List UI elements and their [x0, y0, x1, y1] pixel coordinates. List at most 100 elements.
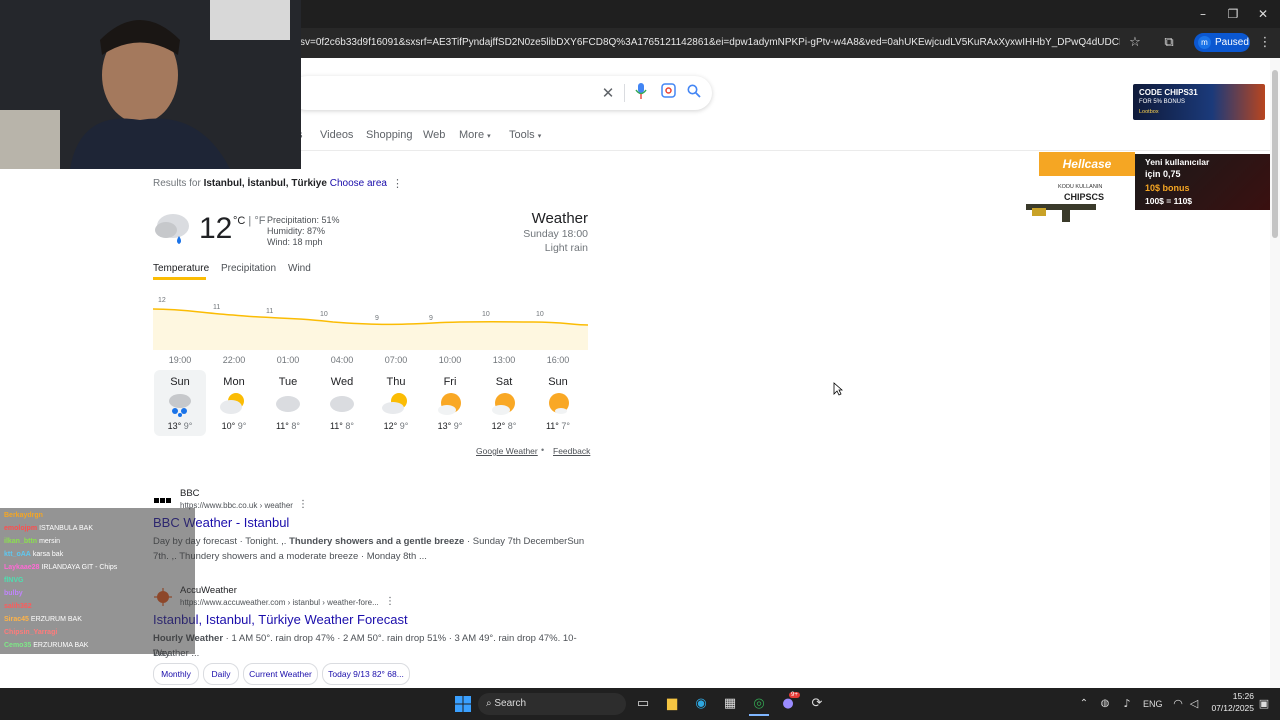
ad-brand-text: Lootbox	[1139, 109, 1159, 115]
file-explorer-icon[interactable]: ▆	[662, 694, 682, 714]
more-options-icon[interactable]: ⋮	[392, 177, 403, 190]
chart-label: 12	[158, 297, 166, 304]
chart-label: 10	[536, 311, 544, 318]
tab-wind[interactable]: Wind	[288, 263, 311, 274]
minimize-button[interactable]: –	[1188, 4, 1218, 24]
close-window-button[interactable]: ✕	[1248, 4, 1278, 24]
google-weather-link[interactable]: Google Weather	[476, 446, 538, 456]
notifications-icon[interactable]: ▣	[1254, 694, 1274, 714]
app-icon[interactable]: ⟳	[807, 694, 827, 714]
tab-more[interactable]: More ▾	[459, 129, 491, 141]
high-temp: 13°	[167, 421, 182, 431]
hellcase-ad-banner[interactable]: Hellcase KODU KULLANIN CHIPSCS Yeni kull…	[1022, 152, 1270, 226]
day-name[interactable]: Thu	[369, 376, 423, 388]
day-name[interactable]: Sun	[531, 376, 585, 388]
windows-start-icon[interactable]	[455, 696, 471, 712]
microphone-icon[interactable]	[631, 83, 651, 103]
day-name[interactable]: Wed	[315, 376, 369, 388]
mouse-cursor-icon	[833, 382, 843, 396]
lootbox-ad-banner[interactable]: CODE CHIPS31 FOR 5% BONUS Lootbox	[1133, 84, 1265, 120]
result-url[interactable]: https://www.bbc.co.uk › weather	[180, 501, 293, 510]
chrome-icon[interactable]: ◎	[749, 694, 769, 714]
choose-area-link[interactable]: Choose area	[330, 178, 387, 189]
high-temp: 12°	[383, 421, 398, 431]
chat-message: Cemo35 ERZURUMA BAK	[2, 640, 192, 652]
tab-web[interactable]: Web	[423, 129, 445, 141]
tab-shopping[interactable]: Shopping	[366, 129, 413, 141]
cloudy-icon	[330, 396, 354, 412]
high-temp: 11°	[275, 421, 289, 431]
paused-label: Paused	[1215, 37, 1249, 48]
chart-label: 11	[213, 304, 221, 311]
day-temps: 12° 8°	[477, 421, 531, 431]
result-options-icon[interactable]: ⋮	[385, 596, 395, 607]
tab-tools[interactable]: Tools ▾	[509, 129, 541, 141]
scrollbar-thumb[interactable]	[1272, 70, 1278, 238]
day-name[interactable]: Mon	[207, 376, 261, 388]
feedback-link[interactable]: Feedback	[553, 446, 590, 456]
tray-discord-icon[interactable]: ◍	[1095, 694, 1115, 714]
profile-paused-button[interactable]: m Paused	[1194, 33, 1250, 52]
show-hidden-icons[interactable]: ⌃	[1074, 694, 1094, 714]
weather-condition: Light rain	[544, 242, 588, 254]
day-name[interactable]: Fri	[423, 376, 477, 388]
unit-fahrenheit[interactable]: °F	[254, 215, 265, 227]
chat-message: ktt_oAA karsa bak	[2, 549, 192, 561]
chip-monthly[interactable]: Monthly	[153, 663, 199, 685]
extensions-icon[interactable]: ⧉	[1160, 34, 1178, 52]
active-app-indicator	[749, 714, 769, 716]
chart-label: 9	[375, 315, 379, 322]
rain-icon	[169, 394, 191, 417]
address-bar[interactable]: sv=0f2c6b33d9f16091&sxsrf=AE3TifPyndajff…	[300, 33, 1120, 53]
search-icon[interactable]	[684, 83, 704, 103]
result-url[interactable]: https://www.accuweather.com › istanbul ›…	[180, 598, 379, 607]
tab-videos[interactable]: Videos	[320, 129, 353, 141]
tab-precipitation[interactable]: Precipitation	[221, 263, 276, 274]
chip-today[interactable]: Today 9/13 82° 68...	[322, 663, 410, 685]
result-snippet-line2: Weather ...	[153, 648, 200, 659]
search-divider	[624, 84, 625, 102]
results-for-prefix: Results for	[153, 178, 204, 189]
tab-tools-label: Tools	[509, 129, 535, 141]
chat-username: flNVG	[4, 577, 24, 584]
result-options-icon[interactable]: ⋮	[298, 499, 308, 510]
day-name[interactable]: Sun	[153, 376, 207, 388]
microphone-icon[interactable]: ♪	[1117, 694, 1137, 714]
chip-current-weather[interactable]: Current Weather	[243, 663, 318, 685]
task-view-icon[interactable]: ▭	[633, 694, 653, 714]
partly-cloudy-icon	[220, 393, 244, 414]
restore-button[interactable]: ❐	[1218, 4, 1248, 24]
chat-message: emolojpm ISTANBULA BAK	[2, 523, 192, 535]
hour-label: 22:00	[222, 355, 246, 365]
avatar: m	[1198, 35, 1211, 49]
notification-badge: 9+	[789, 692, 800, 698]
chip-daily[interactable]: Daily	[203, 663, 239, 685]
snippet-bold: Thundery showers and a gentle breeze	[289, 536, 465, 547]
taskbar-search[interactable]: ⌕ Search	[478, 693, 626, 715]
low-temp: 9°	[183, 421, 193, 431]
bookmark-star-icon[interactable]: ☆	[1126, 34, 1144, 52]
ad-bonus-text: FOR 5% BONUS	[1139, 99, 1186, 105]
clock-time[interactable]: 15:26	[1206, 691, 1254, 701]
clear-search-icon[interactable]: ✕	[598, 83, 618, 103]
clock-date[interactable]: 07/12/2025	[1200, 703, 1254, 713]
tab-temperature[interactable]: Temperature	[153, 263, 209, 274]
unit-celsius[interactable]: °C	[233, 215, 245, 227]
edge-icon[interactable]: ◉	[691, 694, 711, 714]
language-indicator[interactable]: ENG	[1143, 699, 1163, 709]
chat-username: ktt_oAA	[4, 551, 31, 558]
day-temps: 11° 8°	[261, 421, 315, 431]
unit-toggle[interactable]: °C | °F	[233, 215, 265, 227]
day-name[interactable]: Sat	[477, 376, 531, 388]
day-name[interactable]: Tue	[261, 376, 315, 388]
store-icon[interactable]: ▦	[720, 694, 740, 714]
result-site-name[interactable]: BBC	[180, 488, 200, 499]
chat-text: IRLANDAYA GIT - Chips	[41, 564, 118, 571]
day-temps: 13° 9°	[153, 421, 207, 431]
snippet-text: · Sunday 7th DecemberSun	[464, 536, 585, 547]
low-temp: 9°	[453, 421, 463, 431]
chat-text: ERZURUMA BAK	[33, 642, 89, 649]
lens-camera-icon[interactable]	[658, 83, 678, 103]
chat-username: salih362	[4, 603, 32, 610]
browser-menu-icon[interactable]: ⋮	[1256, 34, 1274, 52]
